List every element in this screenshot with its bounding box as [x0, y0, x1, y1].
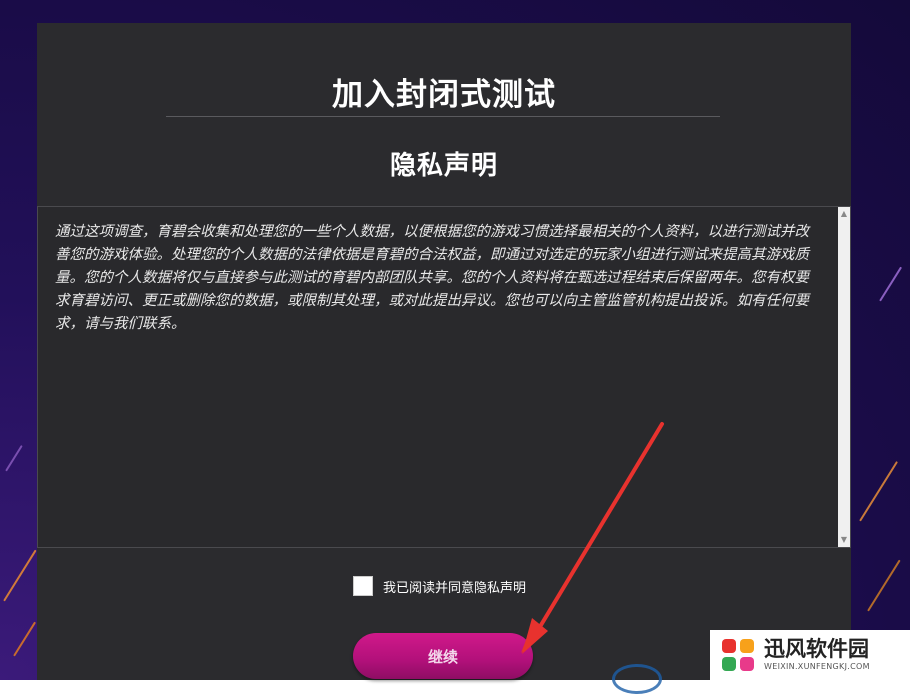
scroll-up-icon[interactable]: ▲ — [838, 207, 850, 221]
privacy-text-box[interactable]: 通过这项调查，育碧会收集和处理您的一些个人数据，以便根据您的游戏习惯选择最相关的… — [37, 206, 851, 548]
consent-row: 我已阅读并同意隐私声明 — [353, 575, 526, 597]
watermark-url: WEIXIN.XUNFENGKJ.COM — [764, 662, 870, 671]
watermark-text: 迅风软件园 WEIXIN.XUNFENGKJ.COM — [764, 637, 870, 673]
privacy-scrollbar[interactable]: ▲ ▼ — [838, 207, 850, 547]
watermark-logo-icon — [722, 639, 754, 671]
consent-checkbox[interactable] — [353, 576, 373, 596]
stamp-mark — [612, 664, 662, 694]
continue-button[interactable]: 继续 — [353, 633, 533, 679]
dialog-title: 加入封闭式测试 — [332, 77, 556, 113]
background-streak — [13, 621, 37, 657]
watermark-badge: 迅风软件园 WEIXIN.XUNFENGKJ.COM — [710, 630, 910, 680]
background-streak — [3, 549, 37, 602]
watermark-name: 迅风软件园 — [764, 637, 869, 661]
title-divider — [166, 116, 720, 117]
privacy-heading: 隐私声明 — [389, 151, 498, 181]
background-streak — [867, 559, 901, 612]
scroll-down-icon[interactable]: ▼ — [838, 533, 850, 547]
closed-test-dialog: 加入封闭式测试 隐私声明 通过这项调查，育碧会收集和处理您的一些个人数据，以便根… — [37, 23, 851, 680]
consent-label: 我已阅读并同意隐私声明 — [383, 580, 527, 596]
background-streak — [859, 461, 898, 522]
background-streak — [879, 266, 903, 302]
background-streak — [5, 445, 23, 472]
privacy-text: 通过这项调查，育碧会收集和处理您的一些个人数据，以便根据您的游戏习惯选择最相关的… — [55, 224, 809, 332]
